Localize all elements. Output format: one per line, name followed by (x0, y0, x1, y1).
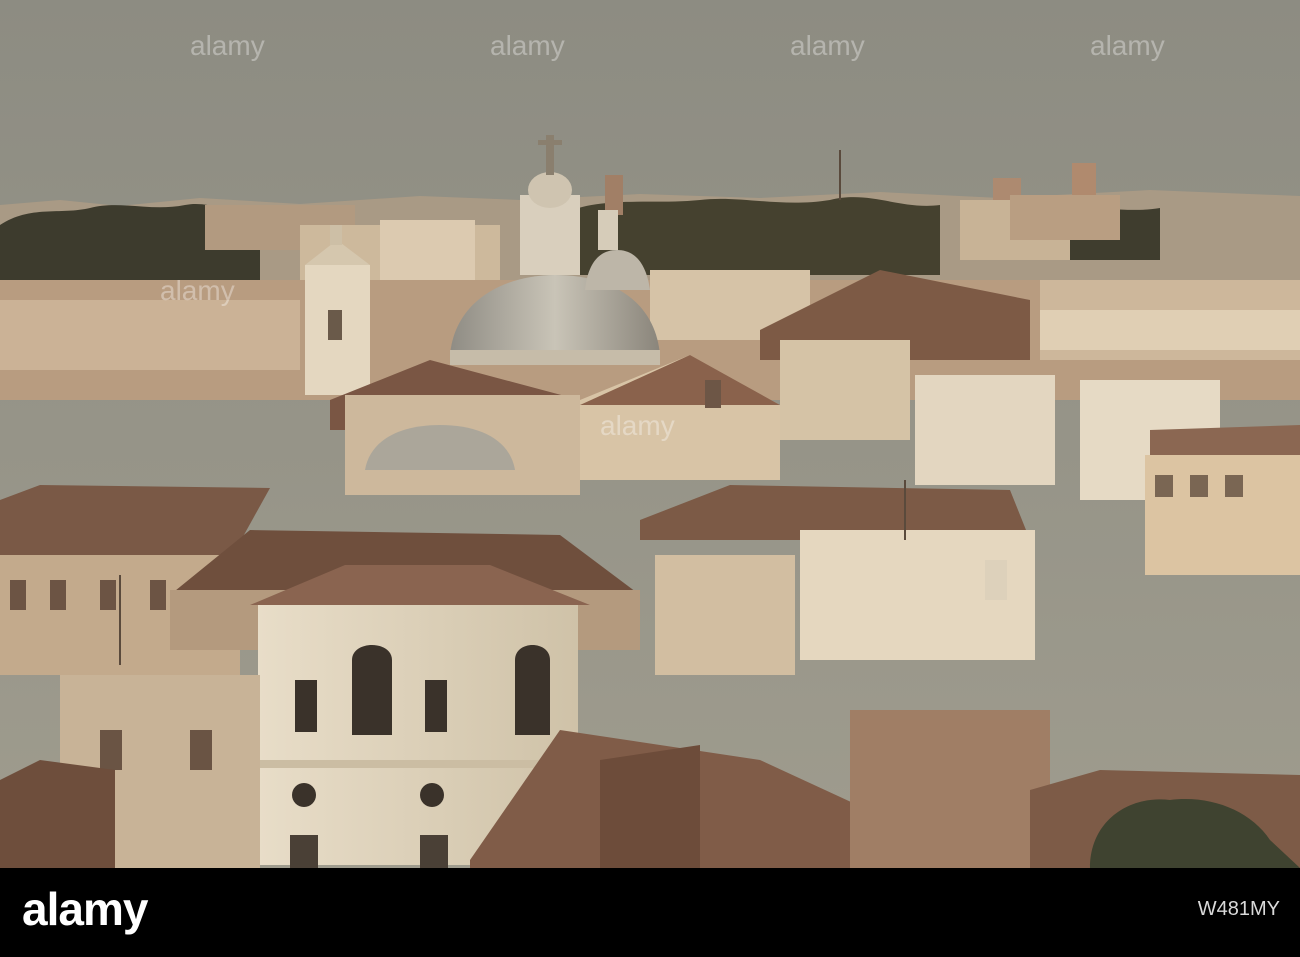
bell-tower-far-1 (605, 175, 623, 215)
building-center (655, 555, 795, 675)
cityscape-photo (0, 0, 1300, 868)
rome-rooftops-illustration (0, 0, 1300, 868)
building-foreground-right (850, 710, 1050, 868)
roof-right-mid (1150, 425, 1300, 460)
stock-image-id: W481MY (1197, 898, 1280, 920)
footer-bar: alamy W481MY (0, 868, 1300, 957)
brand-logo: alamy (22, 883, 148, 935)
building-right-ochre (1145, 455, 1300, 575)
